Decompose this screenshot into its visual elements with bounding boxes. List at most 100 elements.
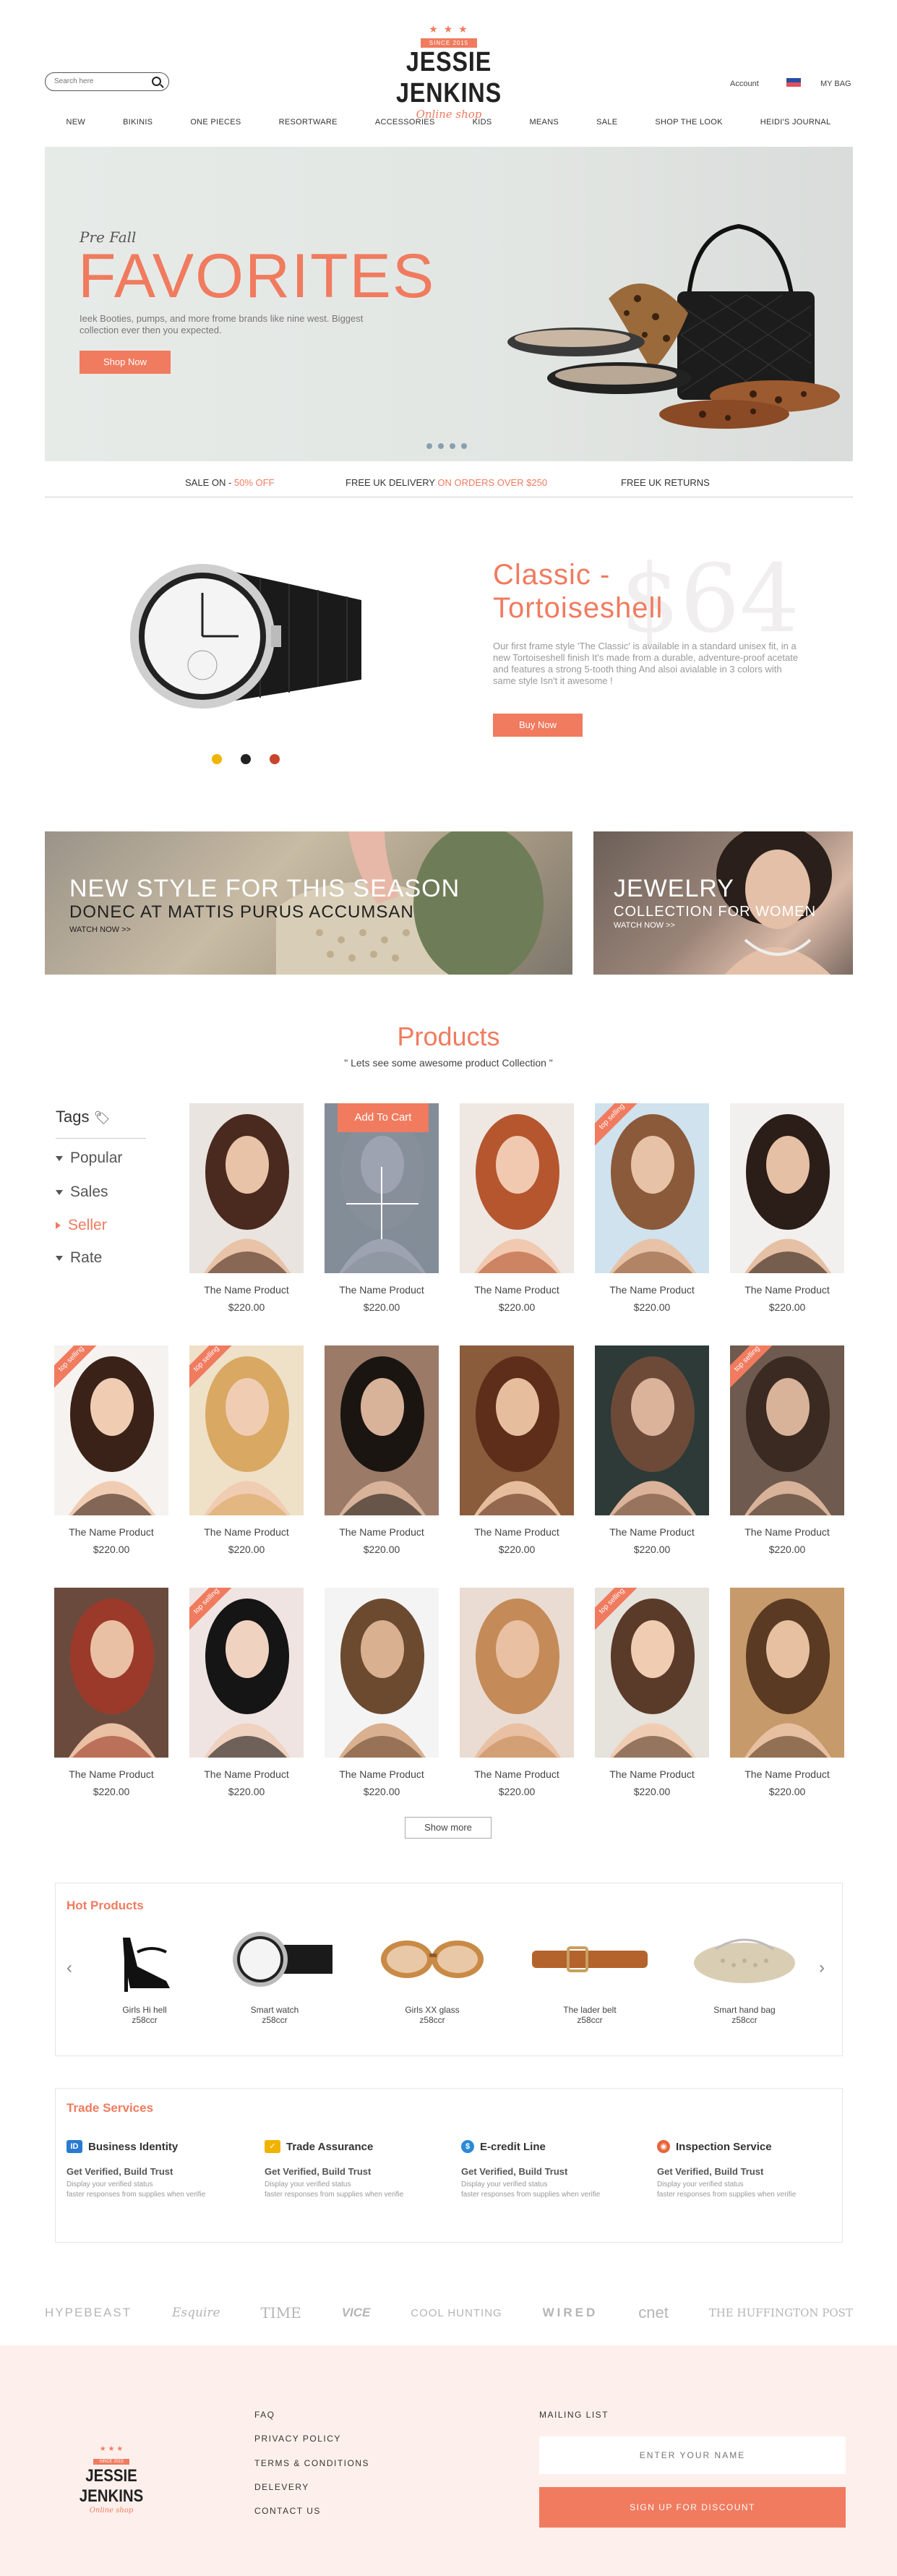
product-card[interactable]: top selling The Name Product $220.00	[730, 1345, 844, 1562]
product-image[interactable]	[325, 1345, 439, 1515]
product-card[interactable]: top selling The Name Product $220.00	[595, 1103, 709, 1320]
nav-item-new[interactable]: NEW	[48, 118, 105, 134]
name-input[interactable]	[539, 2436, 846, 2474]
nav-item-accessories[interactable]: ACCESSORIES	[356, 118, 454, 134]
footer-link-privacy[interactable]: PRIVACY POLICY	[254, 2434, 341, 2444]
hot-item[interactable]: Smart watch z58ccr	[210, 1923, 340, 2025]
product-name[interactable]: The Name Product	[730, 1768, 844, 1780]
product-name[interactable]: The Name Product	[189, 1284, 304, 1296]
product-name[interactable]: The Name Product	[54, 1526, 168, 1538]
product-name[interactable]: The Name Product	[595, 1284, 709, 1296]
nav-item-shop-the-look[interactable]: SHOP THE LOOK	[636, 118, 741, 134]
nav-item-heidis-journal[interactable]: HEIDI'S JOURNAL	[742, 118, 850, 134]
product-image[interactable]	[460, 1588, 574, 1758]
product-card[interactable]: The Name Product $220.00	[54, 1588, 168, 1805]
product-image[interactable]: top selling	[595, 1103, 709, 1273]
chevron-right-icon[interactable]: ›	[819, 1958, 825, 1978]
product-image[interactable]	[189, 1103, 304, 1273]
nav-item-one-pieces[interactable]: ONE PIECES	[171, 118, 259, 134]
product-image[interactable]	[730, 1588, 844, 1758]
product-name[interactable]: The Name Product	[460, 1526, 574, 1538]
season-banner[interactable]: NEW STYLE FOR THIS SEASON DONEC AT MATTI…	[45, 831, 572, 975]
product-image[interactable]	[325, 1588, 439, 1758]
season-watch-now-link[interactable]: WATCH NOW >>	[69, 925, 131, 934]
hot-item[interactable]: Smart hand bag z58ccr	[679, 1923, 810, 2025]
product-name[interactable]: The Name Product	[595, 1768, 709, 1780]
product-card[interactable]: top selling The Name Product $220.00	[595, 1588, 709, 1805]
product-image[interactable]: top selling	[189, 1345, 304, 1515]
product-card[interactable]: The Name Product $220.00	[325, 1588, 439, 1805]
product-card[interactable]: The Name Product $220.00	[325, 1345, 439, 1562]
carousel-dot[interactable]	[461, 443, 467, 449]
product-card[interactable]: The Name Product $220.00	[460, 1345, 574, 1562]
tag-popular[interactable]: Popular	[56, 1150, 122, 1167]
product-card[interactable]: Add To Cart The Name Product $220.00	[325, 1103, 439, 1320]
color-swatch-yellow[interactable]	[212, 754, 222, 764]
product-image[interactable]	[595, 1345, 709, 1515]
plus-icon[interactable]	[346, 1203, 419, 1204]
product-name[interactable]: The Name Product	[460, 1284, 574, 1296]
product-card[interactable]: The Name Product $220.00	[730, 1588, 844, 1805]
nav-item-bikinis[interactable]: BIKINIS	[104, 118, 171, 134]
service-inspection[interactable]: ◉ Inspection Service Get Verified, Build …	[657, 2140, 838, 2200]
show-more-button[interactable]: Show more	[405, 1817, 492, 1839]
product-name[interactable]: The Name Product	[730, 1284, 844, 1296]
shop-now-button[interactable]: Shop Now	[80, 351, 171, 374]
product-name[interactable]: The Name Product	[189, 1526, 304, 1538]
product-card[interactable]: The Name Product $220.00	[730, 1103, 844, 1320]
footer-link-terms[interactable]: TERMS & CONDITIONS	[254, 2458, 369, 2468]
tag-seller[interactable]: Seller	[56, 1217, 107, 1234]
signup-button[interactable]: SIGN UP FOR DISCOUNT	[539, 2487, 846, 2528]
product-card[interactable]: The Name Product $220.00	[460, 1103, 574, 1320]
color-swatch-black[interactable]	[241, 754, 251, 764]
tag-rate[interactable]: Rate	[56, 1249, 102, 1267]
search-input[interactable]	[54, 77, 141, 85]
jewelry-watch-now-link[interactable]: WATCH NOW >>	[614, 921, 675, 930]
hot-item[interactable]: The lader belt z58ccr	[525, 1923, 655, 2025]
nav-item-kids[interactable]: KIDS	[454, 118, 511, 134]
footer-link-faq[interactable]: FAQ	[254, 2410, 275, 2420]
product-name[interactable]: The Name Product	[460, 1768, 574, 1780]
product-image[interactable]: top selling	[730, 1345, 844, 1515]
product-card[interactable]: The Name Product $220.00	[189, 1103, 304, 1320]
nav-item-resortware[interactable]: RESORTWARE	[260, 118, 356, 134]
product-image[interactable]: top selling	[595, 1588, 709, 1758]
nav-item-sale[interactable]: SALE	[578, 118, 636, 134]
hot-item[interactable]: Girls Hi hell z58ccr	[80, 1923, 210, 2025]
service-e-credit-line[interactable]: $ E-credit Line Get Verified, Build Trust…	[461, 2140, 642, 2200]
account-link[interactable]: Account	[730, 80, 759, 88]
site-logo[interactable]: ★ ★ ★ SINCE 2015 JESSIE JENKINS Online s…	[354, 23, 544, 121]
product-card[interactable]: top selling The Name Product $220.00	[189, 1345, 304, 1562]
product-name[interactable]: The Name Product	[595, 1526, 709, 1538]
product-image[interactable]	[460, 1345, 574, 1515]
product-image[interactable]: Add To Cart	[325, 1103, 439, 1273]
footer-link-delivery[interactable]: DELEVERY	[254, 2482, 309, 2492]
search-box[interactable]	[45, 72, 169, 91]
footer-logo[interactable]: ★ ★ ★ SINCE 2015 JESSIE JENKINS Online s…	[53, 2445, 169, 2515]
product-image[interactable]	[460, 1103, 574, 1273]
buy-now-button[interactable]: Buy Now	[493, 714, 583, 737]
chevron-left-icon[interactable]: ‹	[66, 1958, 72, 1978]
my-bag-link[interactable]: MY BAG	[820, 80, 851, 88]
product-card[interactable]: top selling The Name Product $220.00	[189, 1588, 304, 1805]
product-name[interactable]: The Name Product	[325, 1768, 439, 1780]
product-name[interactable]: The Name Product	[54, 1768, 168, 1780]
carousel-dot[interactable]	[450, 443, 455, 449]
product-name[interactable]: The Name Product	[730, 1526, 844, 1538]
product-card[interactable]: The Name Product $220.00	[460, 1588, 574, 1805]
jewelry-banner[interactable]: JEWELRY COLLECTION FOR WOMEN WATCH NOW >…	[593, 831, 853, 975]
product-image[interactable]: top selling	[54, 1345, 168, 1515]
product-name[interactable]: The Name Product	[325, 1526, 439, 1538]
nav-item-means[interactable]: MEANS	[510, 118, 578, 134]
hot-item[interactable]: Girls XX glass z58ccr	[367, 1923, 497, 2025]
service-business-identity[interactable]: ID Business Identity Get Verified, Build …	[66, 2140, 247, 2200]
flag-icon[interactable]	[786, 78, 801, 87]
footer-link-contact[interactable]: CONTACT US	[254, 2506, 321, 2516]
product-image[interactable]	[54, 1588, 168, 1758]
search-icon[interactable]	[152, 77, 161, 86]
product-card[interactable]: top selling The Name Product $220.00	[54, 1345, 168, 1562]
product-image[interactable]: top selling	[189, 1588, 304, 1758]
product-card[interactable]: The Name Product $220.00	[595, 1345, 709, 1562]
add-to-cart-button[interactable]: Add To Cart	[338, 1103, 429, 1132]
product-name[interactable]: The Name Product	[189, 1768, 304, 1780]
